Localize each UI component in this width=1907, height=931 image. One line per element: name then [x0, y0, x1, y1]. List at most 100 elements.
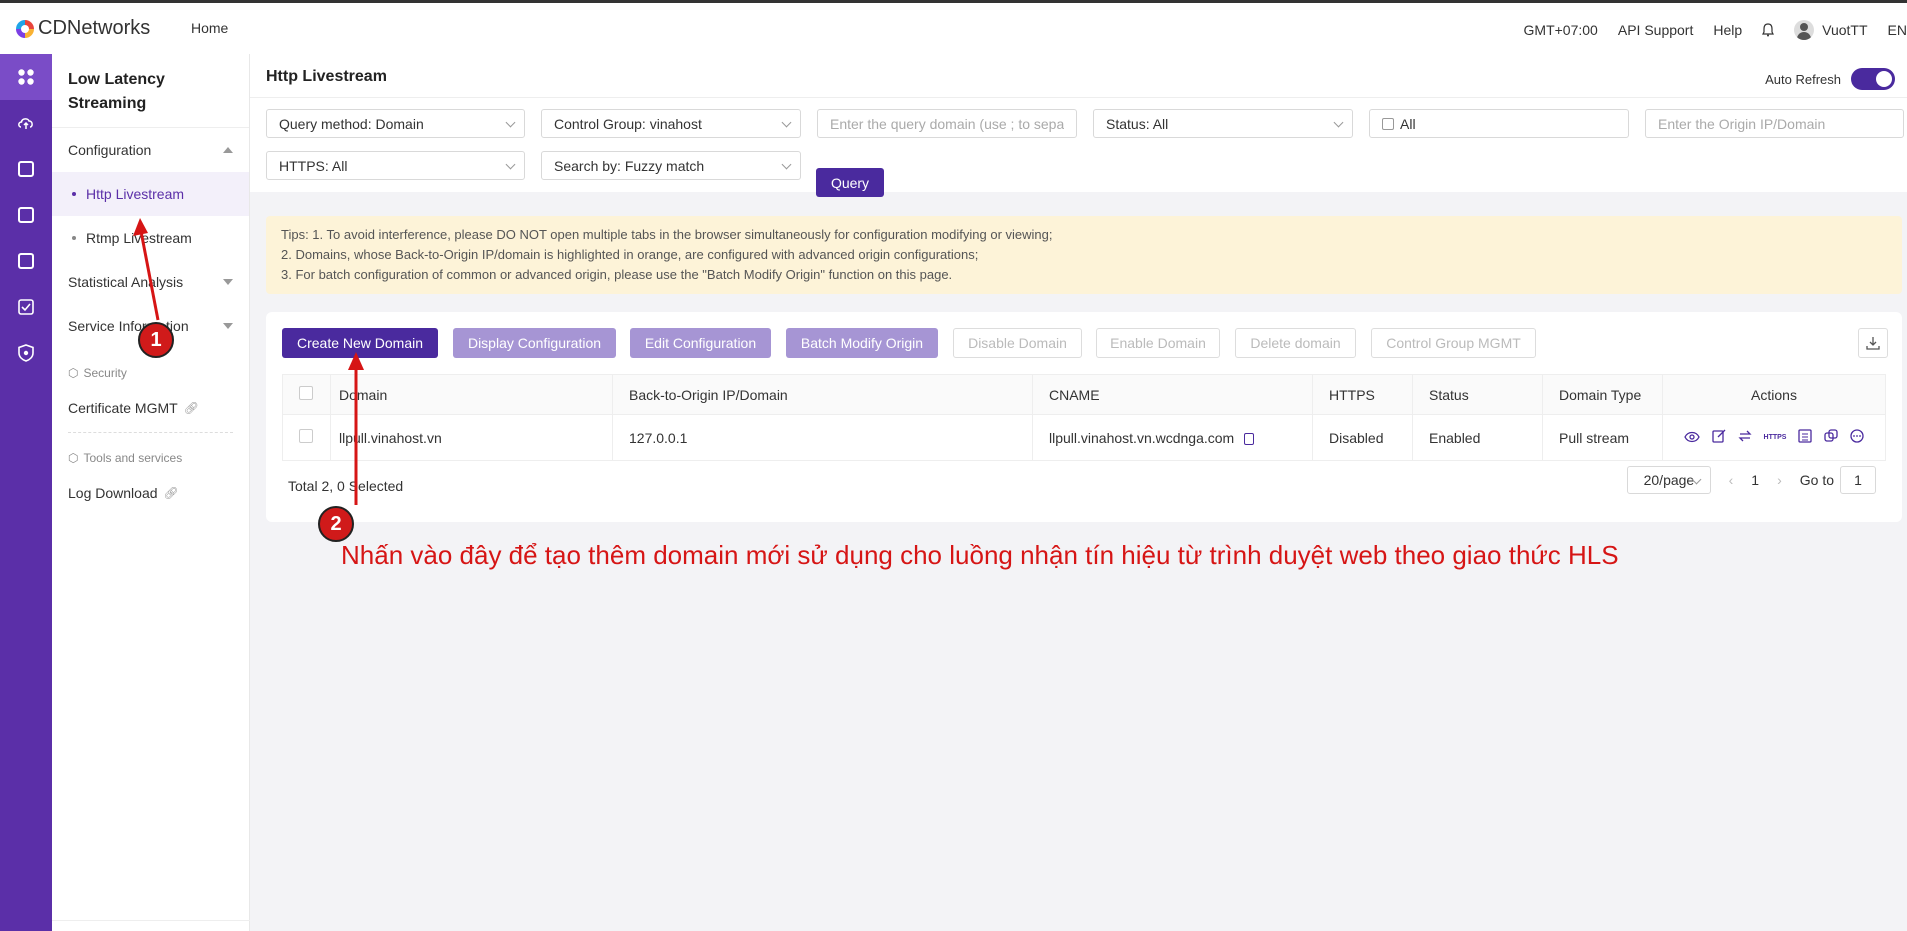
sidebar-section-tools: ⬡ Tools and services: [52, 443, 249, 473]
select-value: HTTPS: All: [279, 157, 348, 174]
top-right-menu: GMT+07:00 API Support Help VuotTT EN: [1524, 20, 1907, 40]
select-all-cell: [282, 374, 331, 415]
sidebar-title: Low Latency Streaming: [52, 54, 249, 128]
sidebar-item-certificate-mgmt[interactable]: Certificate MGMT 🔗︎: [52, 388, 249, 428]
query-button[interactable]: Query: [816, 168, 884, 197]
cell-domain-type: Pull stream: [1542, 414, 1663, 461]
https-icon[interactable]: HTTPS: [1764, 434, 1787, 441]
cell-origin: 127.0.0.1: [612, 414, 1033, 461]
disable-domain-button[interactable]: Disable Domain: [953, 328, 1082, 358]
user-menu[interactable]: VuotTT: [1794, 20, 1868, 40]
annotation-badge-2: 2: [318, 506, 354, 542]
delete-domain-button[interactable]: Delete domain: [1235, 328, 1356, 358]
check-icon[interactable]: [0, 284, 52, 330]
sidebar-group-label: Statistical Analysis: [68, 274, 184, 290]
enable-domain-button[interactable]: Enable Domain: [1096, 328, 1220, 358]
domain-query-input[interactable]: Enter the query domain (use ; to sepa: [817, 109, 1077, 138]
input-placeholder: Enter the Origin IP/Domain: [1658, 115, 1826, 132]
copy-config-icon[interactable]: [1824, 429, 1839, 446]
goto-label: Go to: [1799, 472, 1834, 488]
create-new-domain-button[interactable]: Create New Domain: [282, 328, 438, 358]
tip-line: 3. For batch configuration of common or …: [281, 267, 953, 282]
control-group-select[interactable]: Control Group: vinahost: [541, 109, 801, 138]
filter-panel: Query method: Domain Control Group: vina…: [250, 98, 1907, 192]
current-page[interactable]: 1: [1751, 472, 1759, 488]
chevron-down-icon: [1333, 117, 1344, 128]
sidebar-item-http-livestream[interactable]: Http Livestream: [52, 172, 249, 216]
col-https[interactable]: HTTPS: [1312, 374, 1413, 415]
sidebar-group-configuration[interactable]: Configuration: [52, 128, 249, 172]
prev-page-icon[interactable]: ‹: [1729, 472, 1734, 488]
col-cname[interactable]: CNAME: [1032, 374, 1313, 415]
switch-icon[interactable]: [1737, 429, 1752, 446]
date-range-picker[interactable]: All: [1369, 109, 1629, 138]
bell-icon[interactable]: [1762, 23, 1775, 37]
top-bar: CDNetworks Home GMT+07:00 API Support He…: [0, 0, 1907, 54]
external-link-icon: 🔗︎: [163, 486, 179, 500]
cdn-icon[interactable]: [0, 146, 52, 192]
divider: [68, 432, 233, 433]
view-icon[interactable]: [1683, 430, 1700, 446]
cell-https: Disabled: [1312, 414, 1413, 461]
origin-query-input[interactable]: Enter the Origin IP/Domain: [1645, 109, 1904, 138]
sidebar-item-log-download[interactable]: Log Download 🔗︎: [52, 473, 249, 513]
cdnetworks-logo-icon: [16, 19, 34, 38]
col-domain[interactable]: Domain: [330, 374, 613, 415]
chevron-down-icon: [223, 323, 233, 329]
page-size-select[interactable]: 20/page: [1626, 466, 1711, 494]
timezone-selector[interactable]: GMT+07:00: [1524, 22, 1598, 38]
download-button[interactable]: [1858, 328, 1888, 358]
language-selector[interactable]: EN: [1888, 22, 1907, 38]
query-method-select[interactable]: Query method: Domain: [266, 109, 525, 138]
dashboard-icon[interactable]: [0, 54, 52, 100]
annotation-badge-1: 1: [138, 322, 174, 358]
col-domain-type[interactable]: Domain Type: [1542, 374, 1663, 415]
col-actions: Actions: [1662, 374, 1886, 415]
cloud-upload-icon[interactable]: [0, 100, 52, 146]
annotation-note: Nhấn vào đây để tạo thêm domain mới sử d…: [341, 540, 1619, 570]
control-group-mgmt-button[interactable]: Control Group MGMT: [1371, 328, 1536, 358]
media-icon[interactable]: [0, 192, 52, 238]
edit-configuration-button[interactable]: Edit Configuration: [630, 328, 771, 358]
pagination: 20/page ‹ 1 › Go to 1: [1626, 466, 1876, 494]
select-all-checkbox[interactable]: [299, 386, 313, 400]
cell-cname: llpull.vinahost.vn.wcdnga.com: [1032, 414, 1313, 461]
download-icon: [1866, 337, 1880, 350]
list-icon[interactable]: [1798, 429, 1813, 446]
brand-name: CDNetworks: [38, 17, 151, 39]
brand-logo[interactable]: CDNetworks: [16, 17, 150, 40]
sidebar-group-label: Configuration: [68, 142, 152, 158]
user-name: VuotTT: [1822, 22, 1868, 38]
https-select[interactable]: HTTPS: All: [266, 151, 525, 180]
col-origin[interactable]: Back-to-Origin IP/Domain: [612, 374, 1033, 415]
auto-refresh-label: Auto Refresh: [1765, 71, 1841, 87]
sidebar-item-rtmp-livestream[interactable]: Rtmp Livestream: [52, 216, 249, 260]
select-value: Status: All: [1106, 115, 1169, 132]
sidebar-section-security: ⬡ Security: [52, 358, 249, 388]
nav-home[interactable]: Home: [191, 20, 228, 36]
col-status[interactable]: Status: [1412, 374, 1543, 415]
next-page-icon[interactable]: ›: [1777, 472, 1782, 488]
chevron-up-icon: [223, 147, 233, 153]
sidebar-footer-divider: [52, 920, 250, 921]
search-by-select[interactable]: Search by: Fuzzy match: [541, 151, 801, 180]
row-checkbox[interactable]: [299, 429, 313, 443]
select-value: Control Group: vinahost: [554, 115, 702, 132]
edit-icon[interactable]: [1711, 429, 1726, 446]
sidebar-group-statistical-analysis[interactable]: Statistical Analysis: [52, 260, 249, 304]
chevron-down-icon: [505, 117, 516, 128]
more-icon[interactable]: [1850, 429, 1865, 446]
status-select[interactable]: Status: All: [1093, 109, 1353, 138]
shield-icon[interactable]: [0, 330, 52, 376]
help-link[interactable]: Help: [1713, 22, 1742, 38]
api-support-link[interactable]: API Support: [1618, 22, 1694, 38]
chevron-down-icon: [781, 159, 792, 170]
goto-input[interactable]: 1: [1840, 466, 1876, 494]
copy-icon[interactable]: [1244, 432, 1255, 445]
batch-modify-origin-button[interactable]: Batch Modify Origin: [786, 328, 938, 358]
auto-refresh-toggle[interactable]: [1851, 68, 1895, 90]
cell-domain: llpull.vinahost.vn: [330, 414, 613, 461]
waf-icon[interactable]: [0, 238, 52, 284]
section-label: Security: [83, 366, 127, 380]
display-configuration-button[interactable]: Display Configuration: [453, 328, 616, 358]
